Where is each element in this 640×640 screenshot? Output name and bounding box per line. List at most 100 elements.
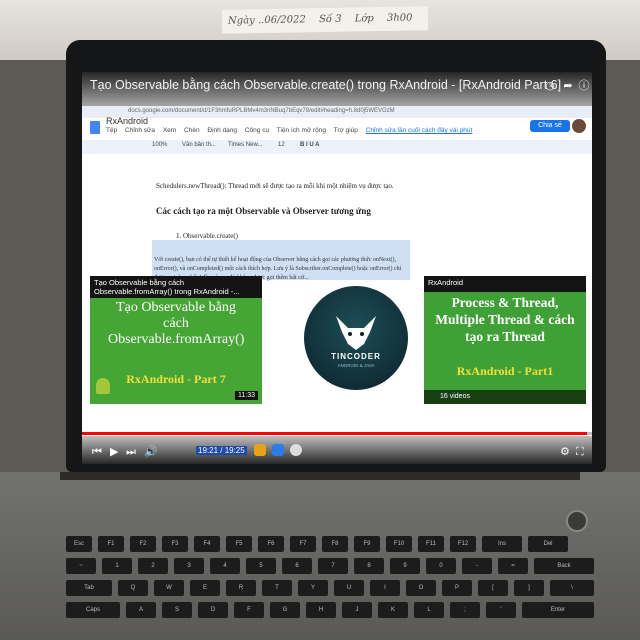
endscreen-video-card[interactable]: Tạo Observable bằng cách Observable.from… — [90, 276, 262, 404]
key[interactable]: Caps — [66, 602, 120, 618]
key[interactable]: R — [226, 580, 256, 596]
note-number: Số 3 — [318, 13, 342, 26]
taskbar-app-icon[interactable] — [272, 444, 284, 456]
key[interactable]: 9 — [390, 558, 420, 574]
endscreen-playlist-card[interactable]: RxAndroid Process & Thread, Multiple Thr… — [424, 276, 586, 404]
style-select[interactable]: Văn bản th... — [182, 142, 216, 148]
next-icon[interactable]: ⏭ — [126, 446, 136, 458]
key[interactable]: ~ — [66, 558, 96, 574]
doc-text-line: Schedulers.newThread(): Thread mới sẽ đư… — [156, 182, 394, 190]
key[interactable]: U — [334, 580, 364, 596]
key[interactable]: 8 — [354, 558, 384, 574]
progress-bar[interactable] — [82, 432, 592, 435]
key[interactable]: W — [154, 580, 184, 596]
key[interactable]: H — [306, 602, 336, 618]
key[interactable]: L — [414, 602, 444, 618]
key[interactable]: I — [370, 580, 400, 596]
key[interactable]: ] — [514, 580, 544, 596]
video-controls — [82, 436, 592, 464]
key[interactable]: S — [162, 602, 192, 618]
key[interactable]: F12 — [450, 536, 476, 552]
paper-note: Ngày ..06/2022 Số 3 Lớp 3h00 — [221, 6, 429, 34]
key[interactable]: Tab — [66, 580, 112, 596]
key[interactable]: Ins — [482, 536, 522, 552]
key[interactable]: F — [234, 602, 264, 618]
key[interactable]: Y — [298, 580, 328, 596]
zoom-select[interactable]: 100% — [152, 142, 167, 148]
menu-insert[interactable]: Chèn — [184, 127, 200, 134]
key[interactable]: F8 — [322, 536, 348, 552]
menu-view[interactable]: Xem — [163, 127, 176, 134]
share-icon[interactable]: ➦ — [562, 80, 574, 92]
taskbar-app-icon[interactable] — [254, 444, 266, 456]
time-display: 19:21 / 19:25 — [196, 446, 247, 455]
key[interactable]: [ — [478, 580, 508, 596]
menu-extensions[interactable]: Tiện ích mở rộng — [277, 127, 326, 134]
key[interactable]: J — [342, 602, 372, 618]
key[interactable]: D — [198, 602, 228, 618]
key[interactable]: T — [262, 580, 292, 596]
key[interactable]: O — [406, 580, 436, 596]
key[interactable]: F7 — [290, 536, 316, 552]
last-edit-link[interactable]: Chỉnh sửa lần cuối cách đây vài phút — [366, 127, 473, 134]
menu-help[interactable]: Trợ giúp — [334, 127, 358, 134]
key[interactable]: Esc — [66, 536, 92, 552]
bull-icon — [336, 316, 376, 350]
key[interactable]: 3 — [174, 558, 204, 574]
key[interactable]: 2 — [138, 558, 168, 574]
key[interactable]: Del — [528, 536, 568, 552]
key[interactable]: 5 — [246, 558, 276, 574]
font-size-field[interactable]: 12 — [278, 142, 285, 148]
menu-format[interactable]: Định dạng — [207, 127, 237, 134]
key[interactable]: Enter — [522, 602, 594, 618]
key[interactable]: 6 — [282, 558, 312, 574]
channel-logo[interactable]: TINCODER ANDROID & JAVA — [304, 286, 408, 390]
key[interactable]: 7 — [318, 558, 348, 574]
info-icon[interactable]: ⓘ — [578, 80, 590, 92]
font-select[interactable]: Times New... — [228, 142, 262, 148]
avatar[interactable] — [572, 119, 586, 133]
key[interactable]: F4 — [194, 536, 220, 552]
key[interactable]: F2 — [130, 536, 156, 552]
key[interactable]: F9 — [354, 536, 380, 552]
video-duration: 11:33 — [235, 391, 258, 400]
prev-icon[interactable]: ⏮ — [92, 446, 102, 458]
video-title[interactable]: Tạo Observable bằng cách Observable.crea… — [90, 78, 561, 92]
key[interactable]: 1 — [102, 558, 132, 574]
volume-icon[interactable]: 🔊 — [144, 446, 158, 458]
bold-icon[interactable]: B I U A — [300, 142, 319, 148]
play-icon[interactable]: ▶ — [110, 446, 118, 458]
key[interactable]: P — [442, 580, 472, 596]
key[interactable]: Back — [534, 558, 594, 574]
key[interactable]: - — [462, 558, 492, 574]
key[interactable]: = — [498, 558, 528, 574]
key[interactable]: Q — [118, 580, 148, 596]
address-bar[interactable]: docs.google.com/document/d/1F3hmfuRPLBMv… — [128, 108, 395, 114]
settings-icon[interactable]: ⚙ — [560, 446, 570, 458]
menu-edit[interactable]: Chỉnh sửa — [125, 127, 155, 134]
doc-title[interactable]: RxAndroid — [106, 116, 148, 126]
menu-file[interactable]: Tệp — [106, 127, 117, 134]
key[interactable]: ' — [486, 602, 516, 618]
fullscreen-icon[interactable]: ⛶ — [576, 446, 584, 458]
key[interactable]: F3 — [162, 536, 188, 552]
watch-later-icon[interactable]: ◷ — [544, 80, 556, 92]
key[interactable]: A — [126, 602, 156, 618]
key[interactable]: 4 — [210, 558, 240, 574]
key[interactable]: F1 — [98, 536, 124, 552]
docs-icon[interactable] — [90, 121, 100, 134]
key[interactable]: ; — [450, 602, 480, 618]
key[interactable]: F6 — [258, 536, 284, 552]
menu-tools[interactable]: Công cụ — [245, 127, 269, 134]
key[interactable]: K — [378, 602, 408, 618]
key[interactable]: \ — [550, 580, 594, 596]
key[interactable]: F11 — [418, 536, 444, 552]
key[interactable]: F5 — [226, 536, 252, 552]
taskbar-app-icon[interactable] — [290, 444, 302, 456]
key[interactable]: 0 — [426, 558, 456, 574]
key[interactable]: G — [270, 602, 300, 618]
key[interactable]: E — [190, 580, 220, 596]
power-button[interactable] — [566, 510, 588, 532]
share-button[interactable]: Chia sẻ — [530, 120, 570, 132]
key[interactable]: F10 — [386, 536, 412, 552]
